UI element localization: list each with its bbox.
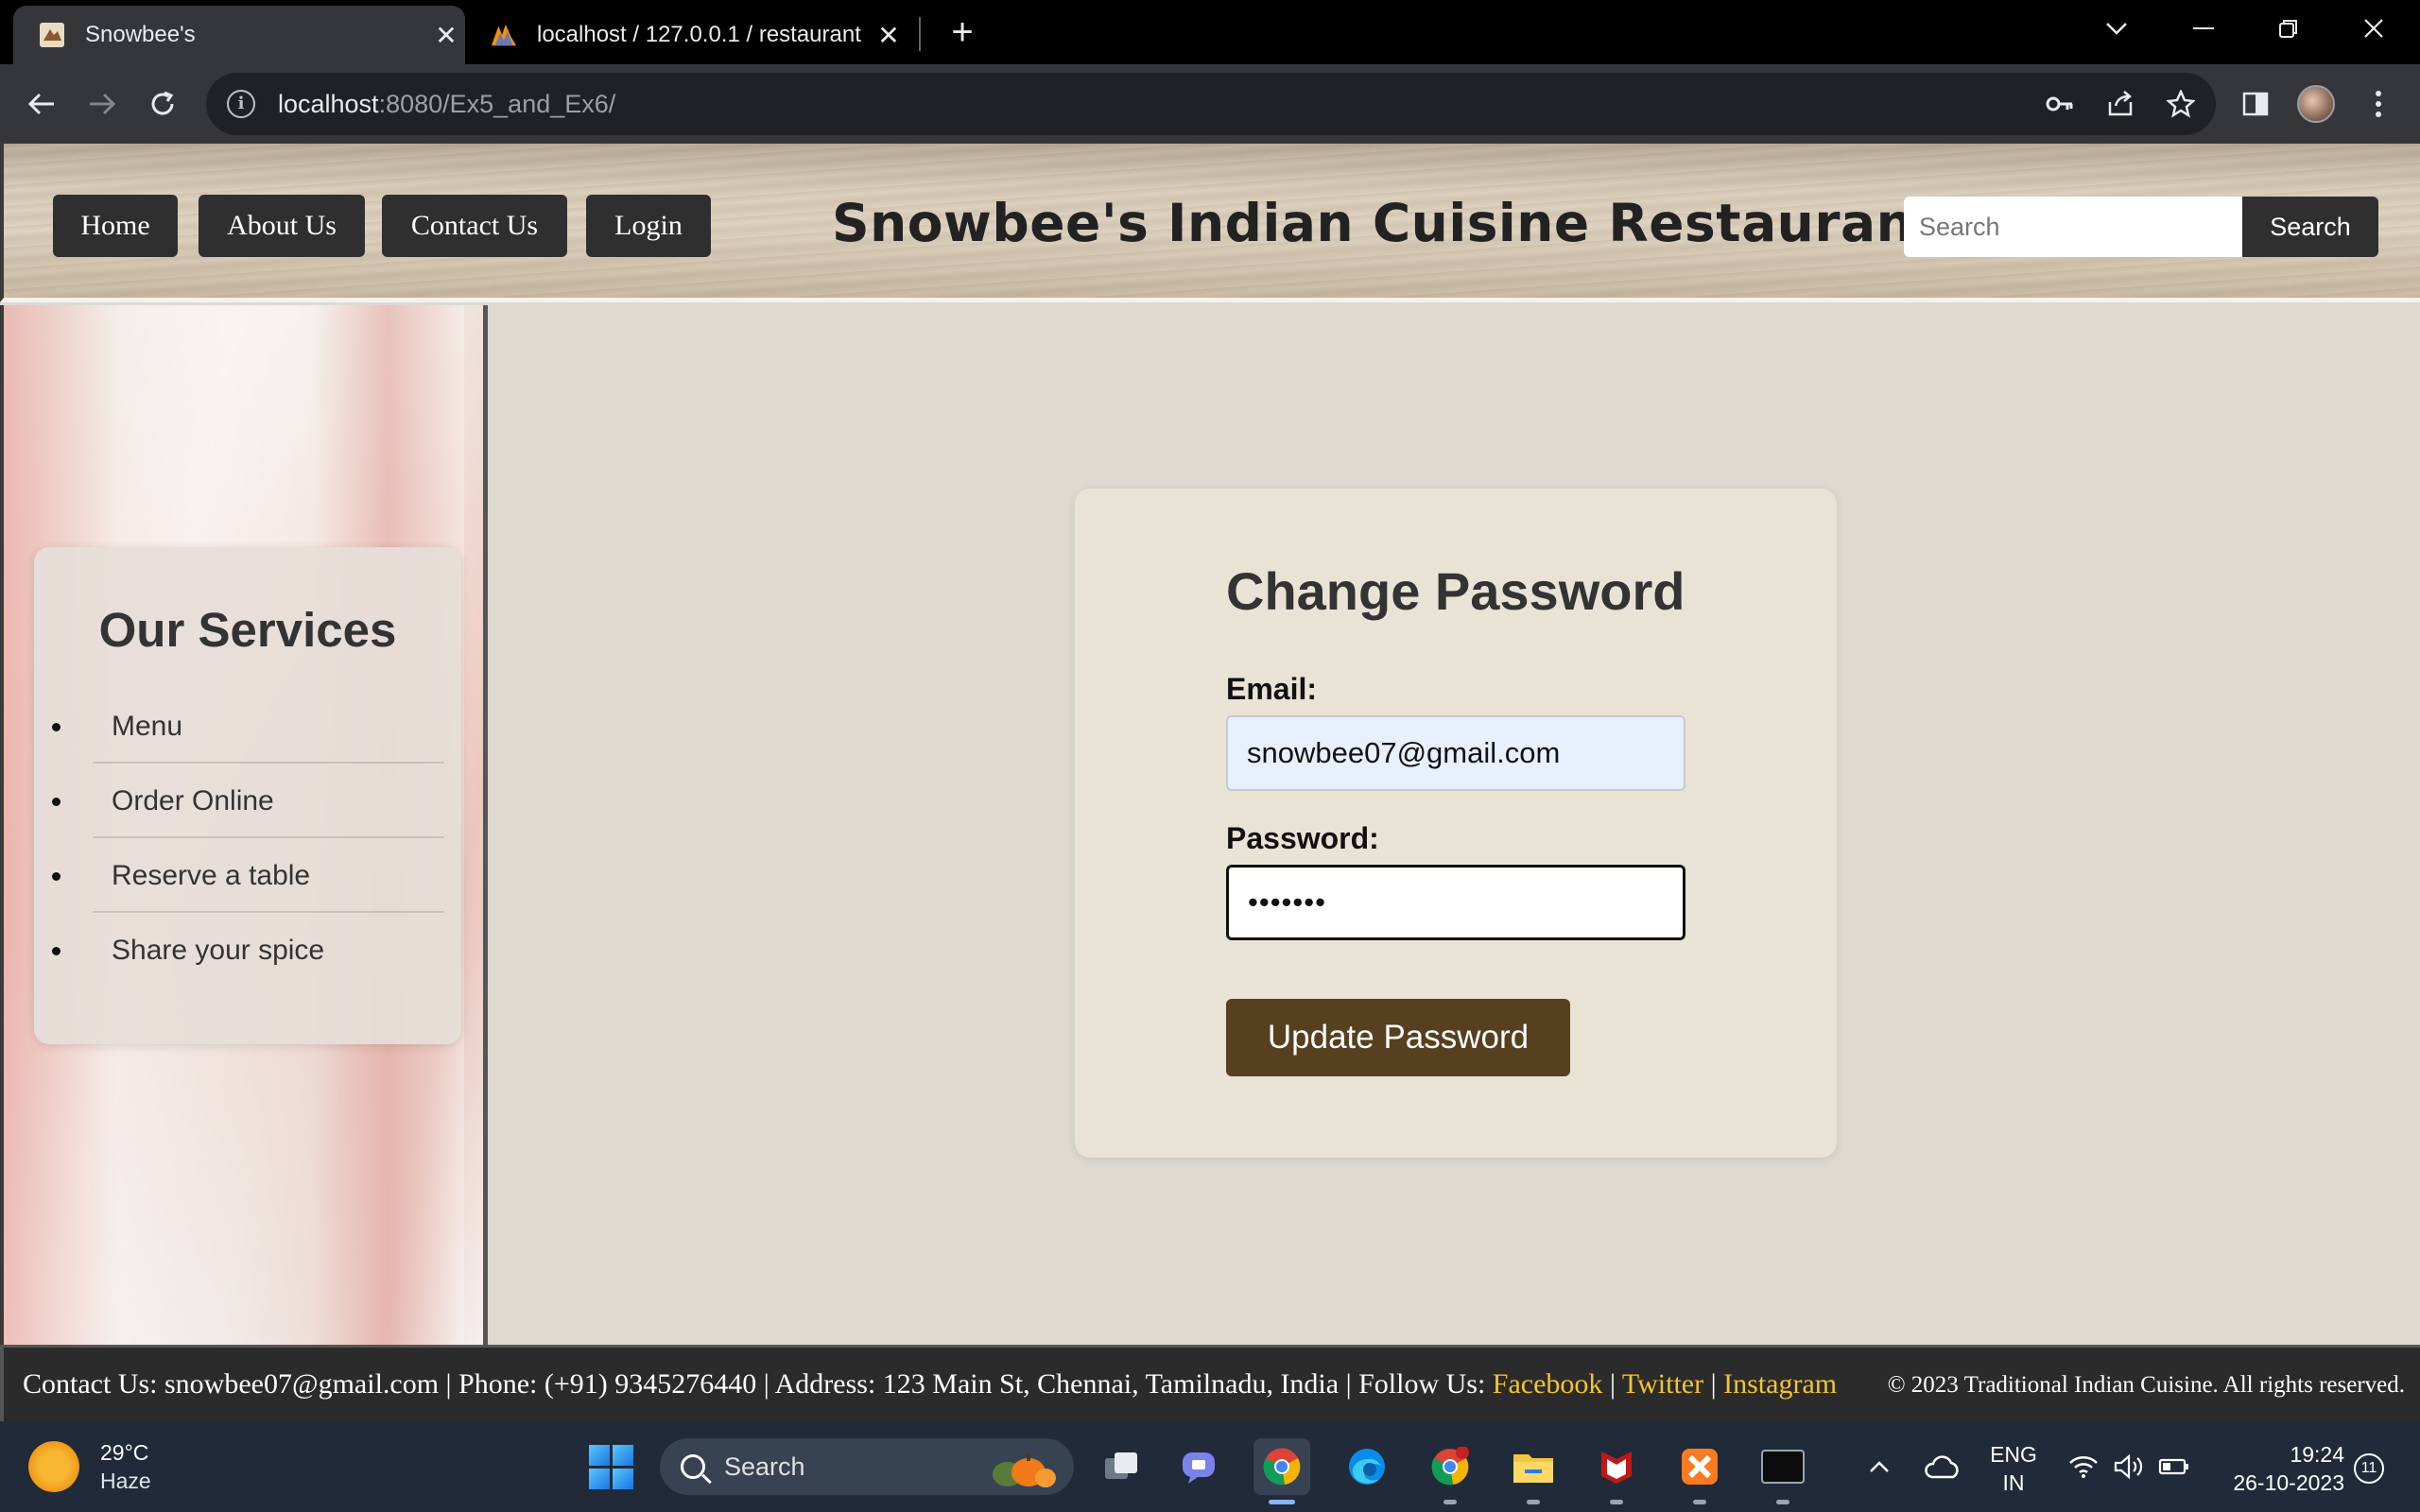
instagram-link[interactable]: Instagram	[1723, 1368, 1837, 1400]
tab-separator	[919, 17, 921, 51]
restore-icon[interactable]	[2246, 0, 2331, 57]
footer-contact: Contact Us: snowbee07@gmail.com | Phone:…	[23, 1368, 1837, 1400]
reload-icon[interactable]	[140, 81, 185, 127]
site-info-icon[interactable]: i	[227, 90, 255, 118]
running-app-indicator	[1527, 1500, 1540, 1504]
facebook-link[interactable]: Facebook	[1493, 1368, 1603, 1400]
forward-arrow-icon[interactable]	[79, 81, 125, 127]
running-app-indicator	[1693, 1500, 1706, 1504]
language-indicator[interactable]: ENG IN	[1983, 1440, 2044, 1497]
services-list: Menu Order Online Reserve a table Share …	[52, 689, 444, 988]
volume-icon[interactable]	[2108, 1421, 2150, 1512]
tab-snowbees[interactable]: Snowbee's ✕	[13, 6, 465, 64]
tab-title: Snowbee's	[85, 22, 196, 47]
haze-sun-icon	[28, 1441, 79, 1492]
battery-icon[interactable]	[2153, 1421, 2195, 1512]
weather-widget[interactable]: 29°C Haze	[28, 1438, 151, 1495]
share-icon[interactable]	[2097, 73, 2144, 135]
update-password-button[interactable]: Update Password	[1226, 999, 1570, 1076]
onedrive-cloud-icon[interactable]	[1919, 1421, 1966, 1512]
services-panel: Our Services Menu Order Online Reserve a…	[34, 547, 461, 1044]
services-heading: Our Services	[98, 603, 397, 657]
teams-chat-icon[interactable]	[1172, 1438, 1229, 1495]
nav-about-button[interactable]: About Us	[199, 195, 365, 257]
browser-toolbar: i localhost:8080/Ex5_and_Ex6/	[0, 64, 2420, 144]
taskbar-search[interactable]: Search	[660, 1438, 1074, 1495]
url-path: :8080/Ex5_and_Ex6/	[378, 89, 616, 118]
clock-time: 19:24	[2290, 1442, 2344, 1467]
footer-separator: |	[1703, 1368, 1724, 1400]
web-page: Home About Us Contact Us Login Snowbee's…	[0, 144, 2420, 1421]
tab-close-icon[interactable]: ✕	[870, 20, 908, 51]
windows-start-icon[interactable]	[582, 1438, 639, 1495]
weather-temperature: 29°C	[100, 1440, 149, 1465]
chrome-profile-icon[interactable]	[1253, 1438, 1310, 1495]
site-search-input[interactable]	[1904, 197, 2242, 257]
tab-title: localhost / 127.0.0.1 / restaurant	[537, 22, 861, 47]
footer-copyright: © 2023 Traditional Indian Cuisine. All r…	[1887, 1372, 2405, 1398]
browser-tab-bar: Snowbee's ✕ localhost / 127.0.0.1 / rest…	[0, 0, 2420, 64]
notification-count-badge[interactable]: 11	[2354, 1453, 2384, 1484]
change-password-card: Change Password Email: Password: Update …	[1075, 489, 1837, 1158]
email-field[interactable]	[1226, 715, 1685, 791]
search-icon	[681, 1454, 705, 1479]
new-tab-icon[interactable]: +	[943, 9, 981, 55]
task-view-icon[interactable]	[1093, 1438, 1150, 1495]
profile-avatar[interactable]	[2297, 85, 2335, 123]
site-title: Snowbee's Indian Cuisine Restaurant	[832, 193, 1940, 253]
running-app-indicator	[1776, 1500, 1789, 1504]
url-host: localhost	[278, 89, 379, 118]
edge-browser-icon[interactable]	[1339, 1438, 1395, 1495]
system-clock[interactable]: 19:24 26-10-2023	[2212, 1440, 2344, 1497]
nav-login-button[interactable]: Login	[586, 195, 711, 257]
password-field[interactable]	[1226, 865, 1685, 940]
nav-contact-button[interactable]: Contact Us	[382, 195, 567, 257]
back-arrow-icon[interactable]	[19, 81, 64, 127]
terminal-icon[interactable]	[1754, 1438, 1811, 1495]
footer-separator: |	[1602, 1368, 1622, 1400]
site-footer: Contact Us: snowbee07@gmail.com | Phone:…	[0, 1345, 2420, 1421]
address-bar[interactable]: i localhost:8080/Ex5_and_Ex6/	[206, 73, 2216, 135]
password-label: Password:	[1226, 821, 1379, 855]
xampp-icon[interactable]	[1671, 1438, 1728, 1495]
mcafee-icon[interactable]	[1588, 1438, 1645, 1495]
nav-home-button[interactable]: Home	[53, 195, 178, 257]
tab-phpmyadmin[interactable]: localhost / 127.0.0.1 / restaurant ✕	[473, 6, 908, 64]
search-highlight-pumpkin-icon	[974, 1446, 1059, 1496]
sidebar: Our Services Menu Order Online Reserve a…	[0, 305, 488, 1345]
service-item-share-spice[interactable]: Share your spice	[52, 913, 444, 988]
service-item-order-online[interactable]: Order Online	[52, 764, 444, 838]
tab-close-icon[interactable]: ✕	[427, 20, 465, 51]
service-item-menu[interactable]: Menu	[52, 689, 444, 764]
taskbar-search-label: Search	[724, 1452, 805, 1481]
running-app-indicator	[1443, 1500, 1457, 1504]
bookmark-star-icon[interactable]	[2157, 73, 2204, 135]
minimize-icon[interactable]	[2161, 0, 2246, 57]
taskbar: 29°C Haze Search ENG IN 19:24 26-10-2023…	[0, 1421, 2420, 1512]
site-favicon-icon	[38, 21, 66, 49]
form-heading: Change Password	[1226, 561, 1685, 621]
twitter-link[interactable]: Twitter	[1622, 1368, 1703, 1400]
language-code: ENG	[1990, 1442, 2037, 1467]
region-code: IN	[2002, 1470, 2025, 1495]
file-explorer-icon[interactable]	[1505, 1438, 1562, 1495]
site-search-button[interactable]: Search	[2242, 197, 2378, 257]
wifi-icon[interactable]	[2063, 1421, 2104, 1512]
footer-contact-text: Contact Us: snowbee07@gmail.com | Phone:…	[23, 1368, 1493, 1400]
browser-menu-icon[interactable]	[2356, 81, 2401, 127]
running-app-indicator	[1610, 1500, 1623, 1504]
show-hidden-icons-chevron-icon[interactable]	[1860, 1421, 1898, 1512]
close-window-icon[interactable]	[2331, 0, 2416, 57]
phpmyadmin-favicon-icon	[490, 21, 518, 49]
password-key-icon[interactable]	[2036, 73, 2083, 135]
active-app-indicator	[1269, 1500, 1295, 1504]
service-item-reserve-table[interactable]: Reserve a table	[52, 838, 444, 913]
email-label: Email:	[1226, 672, 1318, 706]
chrome-icon[interactable]	[1422, 1438, 1478, 1495]
tab-search-chevron-icon[interactable]	[2074, 0, 2159, 57]
clock-date: 26-10-2023	[2233, 1470, 2344, 1495]
side-panel-icon[interactable]	[2233, 81, 2278, 127]
weather-condition: Haze	[100, 1469, 151, 1493]
site-header: Home About Us Contact Us Login Snowbee's…	[0, 144, 2420, 302]
